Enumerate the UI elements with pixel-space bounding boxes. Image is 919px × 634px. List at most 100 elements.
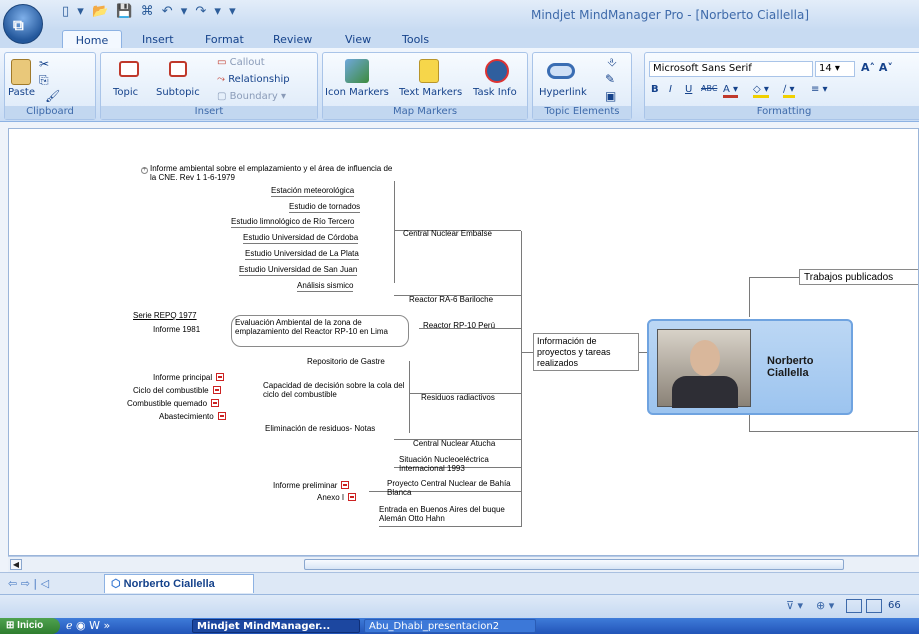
topic-san-juan[interactable]: Estudio Universidad de San Juan xyxy=(239,265,358,276)
callout-button[interactable]: ▭ Callout xyxy=(217,57,265,68)
topic-estacion[interactable]: Estación meteorológica xyxy=(271,186,355,197)
window-title: Mindjet MindManager Pro - [Norberto Cial… xyxy=(530,8,809,22)
group-topic-elements: Hyperlink ⎀ ✎ ▣ Topic Elements xyxy=(532,52,632,120)
topic-cordoba[interactable]: Estudio Universidad de Córdoba xyxy=(243,233,359,244)
text-markers-button[interactable]: Text Markers xyxy=(399,87,462,98)
icon-markers-button[interactable]: Icon Markers xyxy=(325,87,389,98)
topic-embalse[interactable]: Central Nuclear Embalse xyxy=(403,229,492,238)
connector-main-branch xyxy=(521,352,533,353)
paste-icon xyxy=(11,59,31,85)
document-tab-bar: ⇦ ⇨ | ◁ ⬡ Norberto Ciallella xyxy=(0,572,919,594)
topic-situacion[interactable]: Situación Nucleoeléctrica Internacional … xyxy=(399,455,519,473)
topic-abastecimiento[interactable]: Abastecimiento xyxy=(159,412,226,421)
topic-serie-repq[interactable]: Serie REPQ 1977 xyxy=(133,311,197,320)
zoom-level[interactable]: 66 xyxy=(888,600,901,611)
format-painter-icon[interactable]: 🖌 xyxy=(45,89,60,103)
pdf-icon xyxy=(211,399,220,407)
bold-button[interactable]: B xyxy=(651,84,659,95)
topic-eliminacion[interactable]: Eliminación de residuos- Notas xyxy=(265,424,375,433)
tab-nav-icon[interactable]: ⇦ ⇨ | ◁ xyxy=(8,577,49,590)
topic-rp10[interactable]: Reactor RP-10 Perú xyxy=(423,321,495,330)
topic-atucha[interactable]: Central Nuclear Atucha xyxy=(413,439,495,448)
scroll-thumb[interactable] xyxy=(304,559,844,570)
map-canvas[interactable]: + Informe ambiental sobre el emplazamient… xyxy=(8,128,919,556)
topic-trabajos-publicados[interactable]: Trabajos publicados xyxy=(799,269,918,285)
topic-gastre[interactable]: Repositorio de Gastre xyxy=(307,357,385,366)
notes-icon[interactable]: ✎ xyxy=(605,72,615,86)
central-topic[interactable]: Norberto Ciallella xyxy=(647,319,853,415)
paste-button[interactable]: Paste xyxy=(8,87,35,98)
topic-informe-ambiental[interactable]: + Informe ambiental sobre el emplazamient… xyxy=(141,164,400,182)
start-button[interactable]: ⊞ Inicio xyxy=(0,618,60,634)
hyperlink-button[interactable]: Hyperlink xyxy=(539,87,587,98)
tab-review[interactable]: Review xyxy=(273,33,312,46)
scroll-left-icon[interactable]: ◀ xyxy=(10,559,22,570)
line-color-icon[interactable]: ∕ ▾ xyxy=(783,84,795,98)
topic-button[interactable]: Topic xyxy=(113,87,138,98)
topic-tornados[interactable]: Estudio de tornados xyxy=(289,202,361,213)
topic-limnologico[interactable]: Estudio limnológico de Río Tercero xyxy=(231,217,355,228)
topic-residuos[interactable]: Residuos radiactivos xyxy=(421,393,495,402)
subtopic-icon xyxy=(169,61,187,77)
font-name-select[interactable]: Microsoft Sans Serif xyxy=(649,61,813,77)
topic-combustible-quemado[interactable]: Combustible quemado xyxy=(127,399,220,408)
layout-icon[interactable] xyxy=(846,599,862,613)
horizontal-scrollbar[interactable]: ◀ xyxy=(8,556,919,572)
office-button[interactable]: ⧉ xyxy=(3,4,43,44)
callout-icon: ▭ xyxy=(217,57,230,68)
group-label-formatting: Formatting xyxy=(645,106,919,119)
underline-button[interactable]: U xyxy=(685,84,692,95)
suit-shape xyxy=(672,376,738,408)
font-color-button[interactable]: A ▾ xyxy=(723,84,739,98)
task-info-button[interactable]: Task Info xyxy=(473,87,517,98)
topic-informe-1981[interactable]: Informe 1981 xyxy=(153,325,200,334)
topic-capacidad[interactable]: Capacidad de decisión sobre la cola del … xyxy=(263,381,408,399)
topic-rp10-eval[interactable]: Evaluación Ambiental de la zona de empla… xyxy=(231,315,409,347)
pdf-icon xyxy=(217,412,226,420)
quick-access-toolbar[interactable]: ▯ ▾ 📂 💾 ⌘ ↶ ▾ ↷ ▾ ▾ xyxy=(62,4,238,19)
tab-home[interactable]: Home xyxy=(62,30,122,49)
fill-color-icon[interactable]: ◇ ▾ xyxy=(753,84,769,98)
view-icon[interactable]: ⊕ ▾ xyxy=(816,599,834,612)
quick-launch[interactable]: ℯ ◉ W » xyxy=(66,619,110,632)
connector-up xyxy=(749,277,750,317)
copy-icon[interactable]: ⎘ xyxy=(39,73,49,88)
italic-button[interactable]: I xyxy=(669,84,672,95)
tab-tools[interactable]: Tools xyxy=(402,33,429,46)
outline-icon[interactable] xyxy=(866,599,882,613)
tab-document[interactable]: ⬡ Norberto Ciallella xyxy=(104,574,254,593)
relationship-button[interactable]: ⤳ Relationship xyxy=(217,74,290,85)
windows-taskbar: ⊞ Inicio ℯ ◉ W » Mindjet MindManager... … xyxy=(0,618,919,634)
topic-ra6[interactable]: Reactor RA-6 Bariloche xyxy=(409,295,493,304)
topic-icon xyxy=(119,61,139,77)
topic-informe-preliminar[interactable]: Informe preliminar xyxy=(273,481,350,490)
topic-sismico[interactable]: Análisis sismico xyxy=(297,281,354,292)
main-branch-topic[interactable]: Información de proyectos y tareas realiz… xyxy=(533,333,639,371)
strikethrough-button[interactable]: ABC xyxy=(701,84,717,93)
topic-la-plata[interactable]: Estudio Universidad de La Plata xyxy=(245,249,359,260)
tab-format[interactable]: Format xyxy=(205,33,244,46)
office-logo-icon: ⧉ xyxy=(13,16,24,34)
taskbar-item-presentation[interactable]: Abu_Dhabi_presentacion2 xyxy=(364,619,536,633)
topic-ciclo-combustible[interactable]: Ciclo del combustible xyxy=(133,386,221,395)
boundary-button[interactable]: ▢ Boundary ▾ xyxy=(217,91,286,102)
topic-informe-principal[interactable]: Informe principal xyxy=(153,373,225,382)
windows-logo-icon: ⊞ xyxy=(6,620,18,631)
align-icon[interactable]: ≡ ▾ xyxy=(811,84,828,95)
topic-otto-hahn[interactable]: Entrada en Buenos Aires del buque Alemán… xyxy=(379,505,519,523)
tab-insert[interactable]: Insert xyxy=(142,33,174,46)
hyperlink-icon xyxy=(547,63,575,79)
subtopic-button[interactable]: Subtopic xyxy=(156,87,200,98)
group-label-topic-elements: Topic Elements xyxy=(533,106,631,119)
grow-font-button[interactable]: A˄ A˅ xyxy=(861,61,893,74)
filter-icon[interactable]: ⊽ ▾ xyxy=(786,599,803,612)
cut-icon[interactable]: ✂ xyxy=(39,57,49,71)
font-size-select[interactable]: 14 ▾ xyxy=(815,61,855,77)
tab-view[interactable]: View xyxy=(345,33,371,46)
attachment-icon[interactable]: ⎀ xyxy=(607,55,617,70)
image-icon[interactable]: ▣ xyxy=(605,89,616,103)
topic-bahia[interactable]: Proyecto Central Nuclear de Bahía Blanca xyxy=(387,479,517,497)
central-photo xyxy=(657,329,751,408)
taskbar-item-mindmanager[interactable]: Mindjet MindManager... xyxy=(192,619,360,633)
topic-anexo[interactable]: Anexo I xyxy=(317,493,357,502)
